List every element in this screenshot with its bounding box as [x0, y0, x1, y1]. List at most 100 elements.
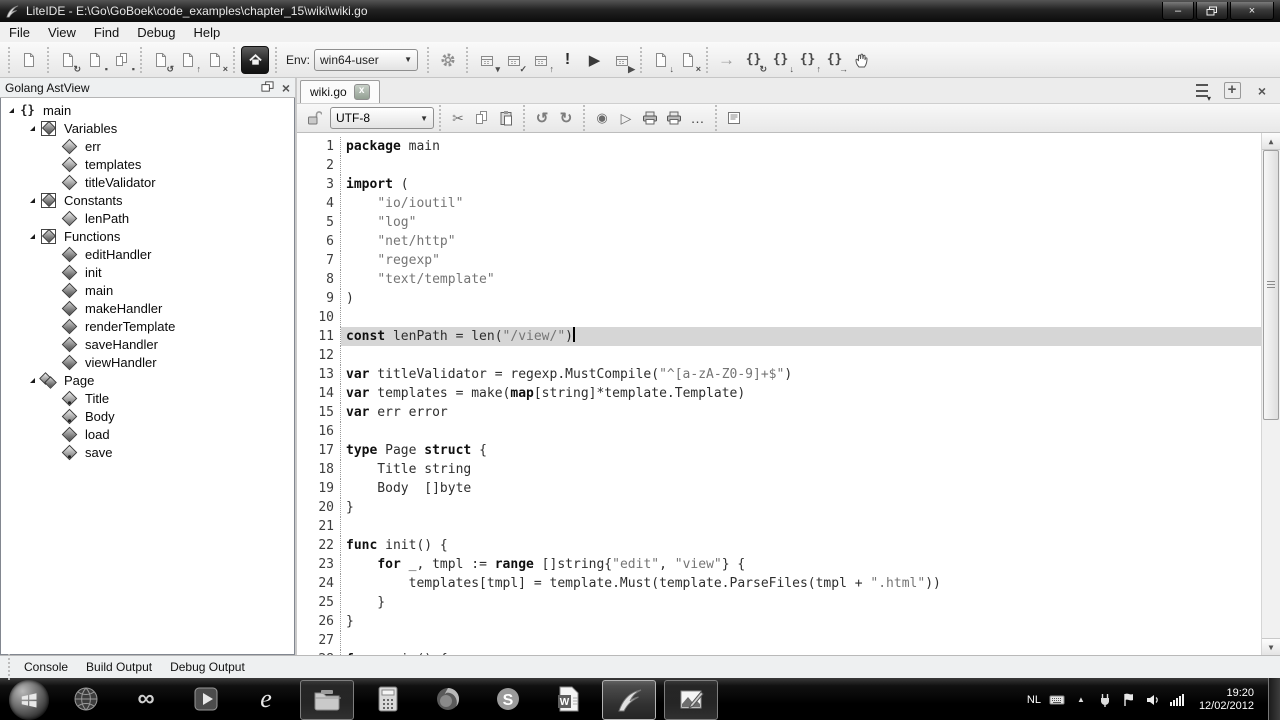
- tree-item-Functions[interactable]: Functions: [1, 227, 294, 245]
- close-editor-icon[interactable]: ×: [1253, 82, 1271, 100]
- redo-icon[interactable]: ↻: [555, 107, 577, 129]
- copy-icon[interactable]: [471, 107, 493, 129]
- output-tab-console[interactable]: Console: [15, 658, 77, 676]
- language-indicator[interactable]: NL: [1027, 694, 1041, 706]
- tree-expander-icon[interactable]: [30, 378, 35, 383]
- show-desktop-button[interactable]: [1268, 678, 1280, 720]
- scroll-down-icon[interactable]: ▼: [1262, 638, 1280, 655]
- volume-icon[interactable]: [1145, 692, 1161, 708]
- code-line-22[interactable]: 22func init() {: [297, 536, 1262, 555]
- code-line-3[interactable]: 3import (: [297, 175, 1262, 194]
- code-line-18[interactable]: 18 Title string: [297, 460, 1262, 479]
- close-file-icon[interactable]: ×: [202, 47, 227, 72]
- taskbar-item-liteide[interactable]: [602, 680, 656, 720]
- start-button[interactable]: [9, 680, 49, 720]
- code-line-10[interactable]: 10: [297, 308, 1262, 327]
- taskbar-item-paint[interactable]: [664, 680, 718, 720]
- code-line-14[interactable]: 14var templates = make(map[string]*templ…: [297, 384, 1262, 403]
- tree-item-saveHandler[interactable]: saveHandler: [1, 335, 294, 353]
- lock-open-icon[interactable]: [303, 107, 325, 129]
- taskbar-item-windows-explorer[interactable]: [300, 680, 354, 720]
- code-line-12[interactable]: 12: [297, 346, 1262, 365]
- step-out-icon[interactable]: {}↑: [795, 47, 820, 72]
- code-line-11[interactable]: 11const lenPath = len("/view/"): [297, 327, 1262, 346]
- taskbar-item-globe-app[interactable]: [60, 680, 112, 718]
- run-to-line-icon[interactable]: {}→: [822, 47, 847, 72]
- editor-scrollbar[interactable]: ▲ ▼: [1261, 133, 1280, 655]
- tree-item-main[interactable]: {}main: [1, 101, 294, 119]
- scrollbar-thumb[interactable]: [1263, 150, 1279, 420]
- tab-list-icon[interactable]: [1193, 82, 1211, 100]
- step-over-icon[interactable]: {}↻: [741, 47, 766, 72]
- tree-item-viewHandler[interactable]: viewHandler: [1, 353, 294, 371]
- tree-expander-icon[interactable]: [30, 198, 35, 203]
- code-line-28[interactable]: 28func main() {: [297, 650, 1262, 655]
- taskbar-item-firefox[interactable]: [422, 680, 474, 718]
- run-icon[interactable]: ▶: [582, 47, 607, 72]
- save-file-icon[interactable]: ▪: [82, 47, 107, 72]
- keyboard-icon[interactable]: [1049, 692, 1065, 708]
- more-icon[interactable]: …: [687, 107, 709, 129]
- env-select[interactable]: win64-user▼: [314, 49, 418, 71]
- menu-help[interactable]: Help: [185, 23, 230, 42]
- output-tab-build-output[interactable]: Build Output: [77, 658, 161, 676]
- encoding-select[interactable]: UTF-8 ▼: [330, 107, 434, 129]
- tab-wiki-go[interactable]: wiki.go x: [300, 80, 380, 103]
- hidden-icons-icon[interactable]: ▲: [1073, 692, 1089, 708]
- code-line-20[interactable]: 20}: [297, 498, 1262, 517]
- taskbar-clock[interactable]: 19:20 12/02/2012: [1199, 687, 1254, 713]
- code-line-7[interactable]: 7 "regexp": [297, 251, 1262, 270]
- print-all-icon[interactable]: [663, 107, 685, 129]
- export-icon[interactable]: ▷: [615, 107, 637, 129]
- tree-item-load[interactable]: load: [1, 425, 294, 443]
- tree-expander-icon[interactable]: [30, 126, 35, 131]
- code-line-21[interactable]: 21: [297, 517, 1262, 536]
- flag-icon[interactable]: [1121, 692, 1137, 708]
- record-icon[interactable]: ◉: [591, 107, 613, 129]
- tree-item-Page[interactable]: Page: [1, 371, 294, 389]
- paste-icon[interactable]: [495, 107, 517, 129]
- power-plug-icon[interactable]: [1097, 692, 1113, 708]
- close-button[interactable]: ×: [1230, 2, 1274, 20]
- error-icon[interactable]: !: [555, 47, 580, 72]
- revert-file-icon[interactable]: ↺: [148, 47, 173, 72]
- code-line-4[interactable]: 4 "io/ioutil": [297, 194, 1262, 213]
- tree-item-Constants[interactable]: Constants: [1, 191, 294, 209]
- scroll-up-icon[interactable]: ▲: [1262, 133, 1280, 150]
- float-panel-icon[interactable]: [261, 80, 274, 96]
- tree-item-Body[interactable]: Body: [1, 407, 294, 425]
- tree-item-renderTemplate[interactable]: renderTemplate: [1, 317, 294, 335]
- new-file-icon[interactable]: [16, 47, 41, 72]
- tree-expander-icon[interactable]: [30, 234, 35, 239]
- code-line-1[interactable]: 1package main: [297, 137, 1262, 156]
- open-file-icon[interactable]: ↻: [55, 47, 80, 72]
- code-line-24[interactable]: 24 templates[tmpl] = template.Must(templ…: [297, 574, 1262, 593]
- step-into-icon[interactable]: {}↓: [768, 47, 793, 72]
- tree-item-Variables[interactable]: Variables: [1, 119, 294, 137]
- code-line-9[interactable]: 9): [297, 289, 1262, 308]
- build-install-icon[interactable]: ↑: [528, 47, 553, 72]
- code-line-26[interactable]: 26}: [297, 612, 1262, 631]
- tree-item-templates[interactable]: templates: [1, 155, 294, 173]
- settings-gear-icon[interactable]: [435, 47, 460, 72]
- minimize-button[interactable]: –: [1162, 2, 1194, 20]
- tree-item-makeHandler[interactable]: makeHandler: [1, 299, 294, 317]
- code-line-8[interactable]: 8 "text/template": [297, 270, 1262, 289]
- code-line-16[interactable]: 16: [297, 422, 1262, 441]
- code-line-5[interactable]: 5 "log": [297, 213, 1262, 232]
- code-line-6[interactable]: 6 "net/http": [297, 232, 1262, 251]
- tree-item-lenPath[interactable]: lenPath: [1, 209, 294, 227]
- taskbar-item-word[interactable]: W: [542, 680, 594, 718]
- code-line-15[interactable]: 15var err error: [297, 403, 1262, 422]
- menu-find[interactable]: Find: [85, 23, 128, 42]
- tree-item-Title[interactable]: Title: [1, 389, 294, 407]
- code-line-17[interactable]: 17type Page struct {: [297, 441, 1262, 460]
- home-icon[interactable]: [241, 46, 269, 74]
- taskbar-item-skype[interactable]: S: [482, 680, 534, 718]
- menu-file[interactable]: File: [0, 23, 39, 42]
- code-line-13[interactable]: 13var titleValidator = regexp.MustCompil…: [297, 365, 1262, 384]
- build-icon[interactable]: ▾: [474, 47, 499, 72]
- taskbar-item-media-player[interactable]: [180, 680, 232, 718]
- menu-view[interactable]: View: [39, 23, 85, 42]
- tree-item-save[interactable]: save: [1, 443, 294, 461]
